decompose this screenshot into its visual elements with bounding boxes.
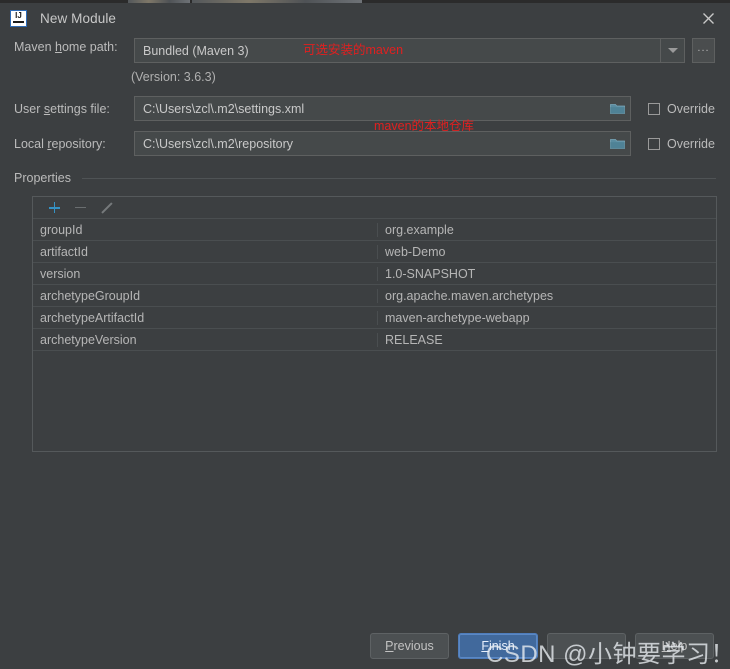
- property-value-cell: org.apache.maven.archetypes: [385, 288, 554, 303]
- property-key-cell: groupId: [33, 222, 378, 237]
- user-settings-override-checkbox[interactable]: Override: [648, 102, 715, 116]
- user-settings-file-browse-button[interactable]: [604, 97, 630, 120]
- table-row[interactable]: groupId org.example: [33, 219, 716, 241]
- property-key-cell: archetypeArtifactId: [33, 310, 378, 325]
- table-row[interactable]: version 1.0-SNAPSHOT: [33, 263, 716, 285]
- finish-button-label: Finish: [481, 639, 515, 653]
- property-key-cell: artifactId: [33, 244, 378, 259]
- property-key-cell: version: [33, 266, 378, 281]
- dialog-title: New Module: [40, 10, 117, 26]
- cancel-button[interactable]: Cancel: [547, 633, 626, 659]
- local-repository-override-checkbox[interactable]: Override: [648, 137, 715, 151]
- checkbox-box-icon: [648, 103, 660, 115]
- close-button[interactable]: [686, 3, 730, 33]
- properties-group-divider: [82, 178, 716, 179]
- close-icon: [702, 12, 714, 24]
- folder-icon: [609, 139, 625, 149]
- user-settings-file-label: User settings file:: [14, 102, 110, 116]
- properties-remove-button[interactable]: [69, 198, 91, 217]
- maven-home-path-value: Bundled (Maven 3): [143, 43, 249, 58]
- property-value-cell: 1.0-SNAPSHOT: [385, 266, 476, 281]
- checkbox-box-icon: [648, 138, 660, 150]
- maven-home-path-combo[interactable]: Bundled (Maven 3): [134, 38, 685, 63]
- user-settings-override-label: Override: [667, 102, 715, 116]
- property-value-cell: RELEASE: [385, 332, 443, 347]
- maven-home-path-label: Maven home path:: [14, 40, 118, 54]
- properties-toolbar: [33, 197, 716, 219]
- ellipsis-icon: ...: [697, 41, 710, 54]
- table-row[interactable]: archetypeVersion RELEASE: [33, 329, 716, 351]
- properties-table: groupId org.example artifactId web-Demo vers…: [33, 219, 716, 351]
- properties-group-label: Properties: [14, 171, 77, 185]
- user-settings-file-input[interactable]: C:\Users\zcl\.m2\settings.xml: [134, 96, 631, 121]
- properties-add-button[interactable]: [43, 198, 65, 217]
- maven-home-path-dropdown-button[interactable]: [660, 39, 684, 62]
- property-key-cell: archetypeVersion: [33, 332, 378, 347]
- maven-version-note: (Version: 3.6.3): [131, 70, 216, 84]
- local-repository-input[interactable]: C:\Users\zcl\.m2\repository: [134, 131, 631, 156]
- property-key-cell: archetypeGroupId: [33, 288, 378, 303]
- dialog-titlebar: New Module: [0, 3, 730, 33]
- property-value-cell: web-Demo: [385, 244, 446, 259]
- previous-button-label: Previous: [385, 639, 434, 653]
- table-row[interactable]: artifactId web-Demo: [33, 241, 716, 263]
- minus-icon: [74, 206, 86, 209]
- local-repository-value: C:\Users\zcl\.m2\repository: [143, 136, 294, 151]
- pencil-icon: [100, 202, 112, 214]
- maven-home-path-label-row: Maven home path:: [14, 40, 118, 54]
- property-value-cell: org.example: [385, 222, 454, 237]
- help-button-label: Help: [661, 639, 688, 653]
- local-repository-override-label: Override: [667, 137, 715, 151]
- folder-icon: [609, 104, 625, 114]
- user-settings-file-label-row: User settings file:: [14, 102, 110, 116]
- chevron-down-icon: [667, 48, 678, 53]
- previous-button[interactable]: Previous: [370, 633, 449, 659]
- table-row[interactable]: archetypeArtifactId maven-archetype-webap…: [33, 307, 716, 329]
- plus-icon: [48, 202, 60, 213]
- table-row[interactable]: archetypeGroupId org.apache.maven.archety…: [33, 285, 716, 307]
- user-settings-file-value: C:\Users\zcl\.m2\settings.xml: [143, 101, 305, 116]
- property-value-cell: maven-archetype-webapp: [385, 310, 530, 325]
- intellij-idea-icon: [10, 9, 27, 27]
- local-repository-browse-button[interactable]: [604, 132, 630, 155]
- finish-button[interactable]: Finish: [458, 633, 538, 659]
- properties-edit-button[interactable]: [95, 198, 117, 217]
- local-repository-label-row: Local repository:: [14, 137, 106, 151]
- local-repository-label: Local repository:: [14, 137, 106, 151]
- maven-home-path-browse-button[interactable]: ...: [692, 38, 715, 63]
- help-button[interactable]: Help: [635, 633, 714, 659]
- properties-panel: groupId org.example artifactId web-Demo vers…: [32, 196, 717, 452]
